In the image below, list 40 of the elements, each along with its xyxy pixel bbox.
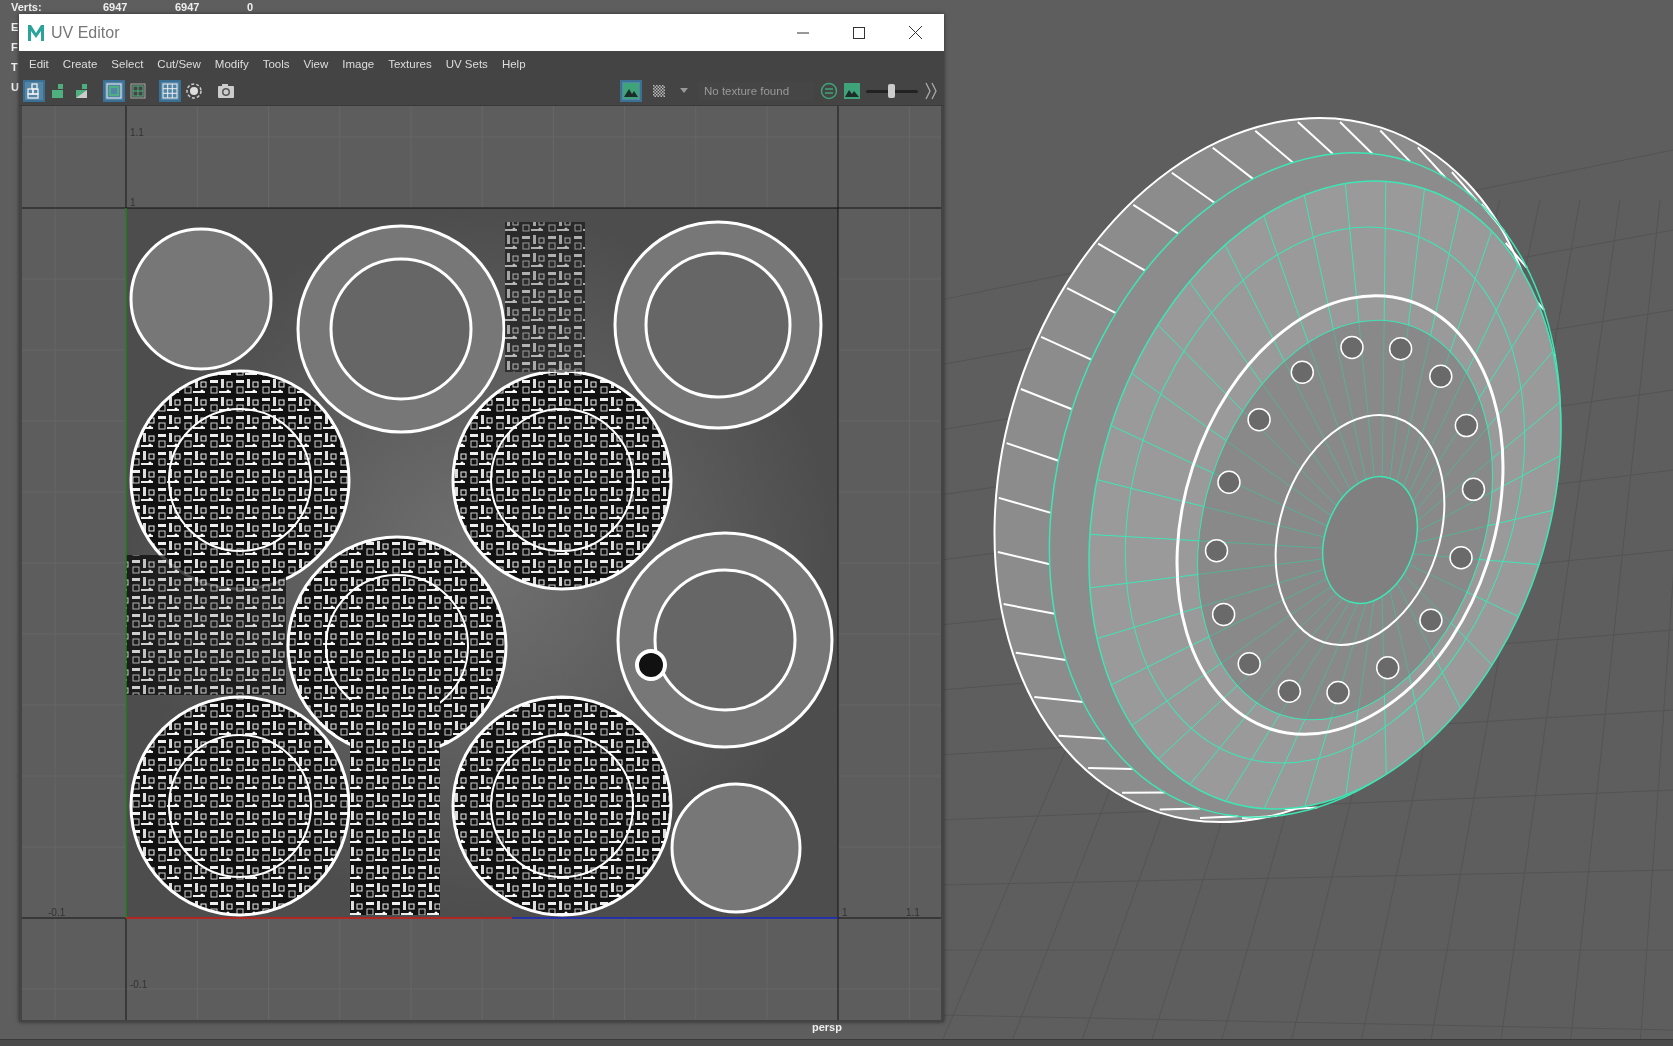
menu-item[interactable]: View [303,57,329,70]
grid-icon [161,81,179,100]
hud-value: 6947 [103,0,129,13]
menu-item[interactable]: Create [62,57,98,70]
toolbar-button[interactable] [159,79,181,102]
app-logo-icon [27,22,45,43]
menu-item[interactable]: Help [501,57,526,70]
hud-value: 6947 [175,0,201,13]
window-title: UV Editor [51,23,120,42]
hud-value: 0 [247,0,255,13]
menu-item[interactable]: Modify [214,57,249,70]
hud-label: E [11,20,19,33]
menu-item[interactable]: Cut/Sew [157,57,201,70]
caret-icon[interactable] [680,88,688,93]
dotted-circle-icon [185,81,203,100]
close-icon[interactable] [909,26,922,39]
image-icon[interactable] [844,82,860,99]
hud-label: Verts: [11,0,43,13]
hud-label: T [11,60,18,73]
exposure-slider[interactable] [866,83,918,98]
menu-item[interactable]: Edit [29,57,49,70]
menu-item[interactable]: Image [342,57,375,70]
toolbar-button[interactable] [23,79,45,102]
frame-icon [105,81,123,100]
camera-icon [217,81,235,100]
hud-label: U [11,80,19,93]
image-icon [622,81,640,100]
toolbar-button[interactable] [103,79,125,102]
image-toggle-button[interactable] [620,79,642,102]
frame-cross-icon [129,81,147,100]
maximize-icon[interactable] [853,26,865,39]
expand-arrows-icon[interactable] [924,81,938,100]
menu-item[interactable]: Tools [262,57,290,70]
camera-label: persp [812,1021,842,1033]
menu-item[interactable]: Textures [388,57,432,70]
rgb-channels-icon[interactable] [820,81,838,100]
menu-item[interactable]: UV Sets [445,57,488,70]
hud-label: F [11,40,18,53]
checkerboard-icon [653,84,665,97]
menu-item[interactable]: Select [111,57,144,70]
